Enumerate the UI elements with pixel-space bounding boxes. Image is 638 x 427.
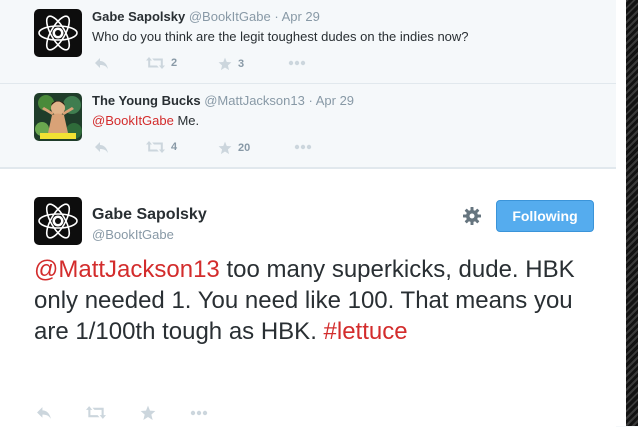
retweet-icon <box>86 406 106 419</box>
reply-icon <box>95 142 108 153</box>
scroll-gutter <box>616 0 626 426</box>
reply-button[interactable] <box>94 141 109 154</box>
tweet-text: @BookItGabe Me. <box>92 113 199 128</box>
retweet-count: 4 <box>171 141 178 153</box>
more-button[interactable] <box>294 144 312 150</box>
star-icon <box>218 57 232 71</box>
tweet-item[interactable]: The Young Bucks @MattJackson13 · Apr 29 … <box>0 84 616 168</box>
favorite-button[interactable] <box>140 405 156 421</box>
separator: · <box>274 9 279 24</box>
retweet-count: 2 <box>171 57 178 69</box>
more-icon <box>288 60 306 66</box>
tweet-item[interactable]: Gabe Sapolsky @BookItGabe · Apr 29 Who d… <box>0 0 616 84</box>
atom-logo <box>34 197 82 245</box>
tweet-actions: 4 20 <box>94 141 394 157</box>
author-handle[interactable]: @BookItGabe <box>189 9 271 24</box>
favorite-count: 20 <box>238 142 251 154</box>
tweet-text-body: Me. <box>173 113 200 128</box>
retweet-icon <box>146 141 165 153</box>
background-edge <box>616 0 638 426</box>
permalink-tweet: Gabe Sapolsky @BookItGabe Following @Mat… <box>0 168 616 427</box>
avatar[interactable] <box>34 197 82 245</box>
tweet-conversation: Gabe Sapolsky @BookItGabe · Apr 29 Who d… <box>0 0 616 427</box>
reply-button[interactable] <box>94 57 109 70</box>
timestamp[interactable]: Apr 29 <box>282 9 320 24</box>
retweet-button[interactable] <box>86 406 106 419</box>
tweet-actions <box>36 405 236 424</box>
avatar[interactable] <box>34 9 82 57</box>
star-icon <box>218 141 232 155</box>
favorite-button[interactable]: 20 <box>218 141 250 155</box>
tweet-text: Who do you think are the legit toughest … <box>92 29 469 44</box>
background-pattern <box>626 0 638 426</box>
timestamp[interactable]: Apr 29 <box>316 93 354 108</box>
favorite-count: 3 <box>238 58 245 70</box>
retweet-button[interactable]: 4 <box>146 141 177 153</box>
tweet-actions: 2 3 <box>94 57 394 73</box>
star-icon <box>140 405 156 420</box>
retweet-button[interactable]: 2 <box>146 57 177 69</box>
gear-icon <box>463 207 481 225</box>
author-name[interactable]: Gabe Sapolsky <box>92 9 185 24</box>
young-bucks-avatar <box>34 93 82 141</box>
tweet-text: @MattJackson13 too many superkicks, dude… <box>34 254 594 347</box>
avatar[interactable] <box>34 93 82 141</box>
mention-link[interactable]: @BookItGabe <box>92 113 174 128</box>
more-button[interactable] <box>190 410 208 416</box>
author-name[interactable]: The Young Bucks <box>92 93 201 108</box>
reply-icon <box>95 58 108 69</box>
mention-link[interactable]: @MattJackson13 <box>34 256 220 283</box>
favorite-button[interactable]: 3 <box>218 57 244 71</box>
retweet-icon <box>146 57 165 69</box>
reply-button[interactable] <box>36 406 52 420</box>
atom-logo <box>34 9 82 57</box>
more-icon <box>294 144 312 150</box>
author-name[interactable]: Gabe Sapolsky <box>92 206 207 224</box>
more-icon <box>190 410 208 416</box>
more-button[interactable] <box>288 60 306 66</box>
settings-button[interactable] <box>462 206 482 226</box>
author-handle[interactable]: @BookItGabe <box>92 227 174 242</box>
author-handle[interactable]: @MattJackson13 <box>204 93 305 108</box>
following-button[interactable]: Following <box>496 200 594 232</box>
separator: · <box>308 93 313 108</box>
reply-icon <box>37 407 51 419</box>
hashtag-link[interactable]: #lettuce <box>324 318 408 345</box>
